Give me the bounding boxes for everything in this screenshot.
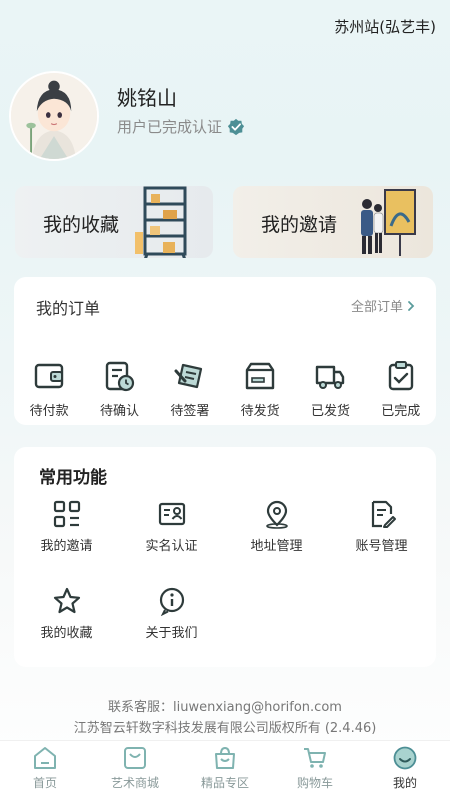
tab-label: 艺术商城 [110, 776, 159, 790]
function-label: 我的收藏 [40, 626, 93, 641]
location-icon [265, 500, 288, 529]
bookshelf-illustration [135, 186, 187, 258]
art-gallery-illustration [361, 189, 416, 256]
function-label: 关于我们 [145, 626, 198, 641]
verified-badge-icon [227, 118, 245, 135]
promo-invitations[interactable]: 我的邀请 [233, 186, 433, 258]
order-status-to-sign[interactable]: 待签署 [155, 359, 225, 419]
sign-icon [174, 363, 202, 389]
promo-favorites[interactable]: 我的收藏 [15, 186, 213, 258]
clipboard-check-icon [388, 361, 413, 391]
order-status-label: 已完成 [381, 404, 421, 419]
function-label: 实名认证 [145, 539, 198, 554]
function-account-management[interactable]: 账号管理 [329, 499, 434, 554]
cart-icon [304, 748, 326, 768]
avatar[interactable] [9, 71, 99, 161]
order-status-label: 待确认 [99, 404, 139, 419]
all-orders-label: 全部订单 [350, 300, 403, 315]
tab-label: 首页 [32, 776, 57, 790]
orders-title: 我的订单 [36, 299, 101, 318]
function-my-favorites[interactable]: 我的收藏 [14, 586, 119, 641]
order-status-pending-confirm[interactable]: 待确认 [84, 359, 154, 419]
station-selector[interactable]: 苏州站(弘艺丰) [334, 16, 436, 37]
box-icon [245, 362, 275, 390]
shopping-bag-icon [124, 747, 146, 769]
function-my-invitations[interactable]: 我的邀请 [14, 499, 119, 554]
order-status-label: 待付款 [29, 404, 69, 419]
tab-premium-zone[interactable]: 精品专区 [180, 741, 270, 800]
verify-text: 用户已完成认证 [117, 118, 223, 136]
tab-cart[interactable]: 购物车 [270, 741, 360, 800]
chevron-right-icon [408, 300, 415, 311]
function-label: 我的邀请 [40, 539, 93, 554]
function-label: 地址管理 [250, 539, 303, 554]
star-icon [53, 587, 80, 614]
pending-confirm-icon [106, 361, 135, 392]
tab-label: 购物车 [296, 776, 333, 790]
info-icon [159, 587, 184, 616]
function-label: 账号管理 [355, 539, 408, 554]
order-status-completed[interactable]: 已完成 [366, 359, 436, 419]
order-status-label: 已发货 [310, 404, 350, 419]
common-functions-card: 常用功能 我的邀请 实名认证 地址管理 账号管理 我的收藏 关于我们 [14, 447, 436, 667]
all-orders-link[interactable]: 全部订单 [351, 296, 416, 315]
copyright-text: 江苏智云轩数字科技发展有限公司版权所有 (2.4.46) [73, 721, 377, 736]
function-real-name-auth[interactable]: 实名认证 [119, 499, 224, 554]
order-status-label: 待发货 [240, 404, 280, 419]
promo-invitations-label: 我的邀请 [261, 214, 338, 236]
customer-service-contact: 联系客服：liuwenxiang@horifon.com [108, 700, 342, 715]
home-icon [34, 747, 56, 769]
id-card-icon [158, 502, 185, 526]
avatar-illustration [11, 73, 97, 159]
order-status-label: 待签署 [170, 404, 210, 419]
tab-label: 我的 [392, 776, 417, 790]
tab-label: 精品专区 [200, 776, 249, 790]
profile-smile-icon [393, 746, 417, 770]
function-address-management[interactable]: 地址管理 [224, 499, 329, 554]
tab-art-mall[interactable]: 艺术商城 [90, 741, 180, 800]
wallet-icon [34, 363, 64, 389]
truck-icon [316, 365, 345, 389]
tab-mine[interactable]: 我的 [360, 741, 450, 800]
bottom-tab-bar: 首页 艺术商城 精品专区 购物车 我的 [0, 740, 450, 800]
order-status-shipped[interactable]: 已发货 [295, 359, 365, 419]
promo-favorites-label: 我的收藏 [43, 214, 120, 236]
edit-doc-icon [371, 500, 396, 528]
premium-bag-icon [215, 746, 235, 769]
orders-card: 我的订单 全部订单 待付款 待确认 待签署 待发货 已发货 已完成 [14, 277, 436, 425]
orders-status-row: 待付款 待确认 待签署 待发货 已发货 已完成 [14, 359, 436, 419]
order-status-unpaid[interactable]: 待付款 [14, 359, 84, 419]
tab-home[interactable]: 首页 [0, 741, 90, 800]
function-about-us[interactable]: 关于我们 [119, 586, 224, 641]
order-status-to-ship[interactable]: 待发货 [225, 359, 295, 419]
grid-icon [53, 500, 80, 528]
common-functions-title: 常用功能 [39, 468, 107, 488]
user-name: 姚铭山 [117, 86, 177, 110]
verify-status: 用户已完成认证 [117, 116, 245, 137]
